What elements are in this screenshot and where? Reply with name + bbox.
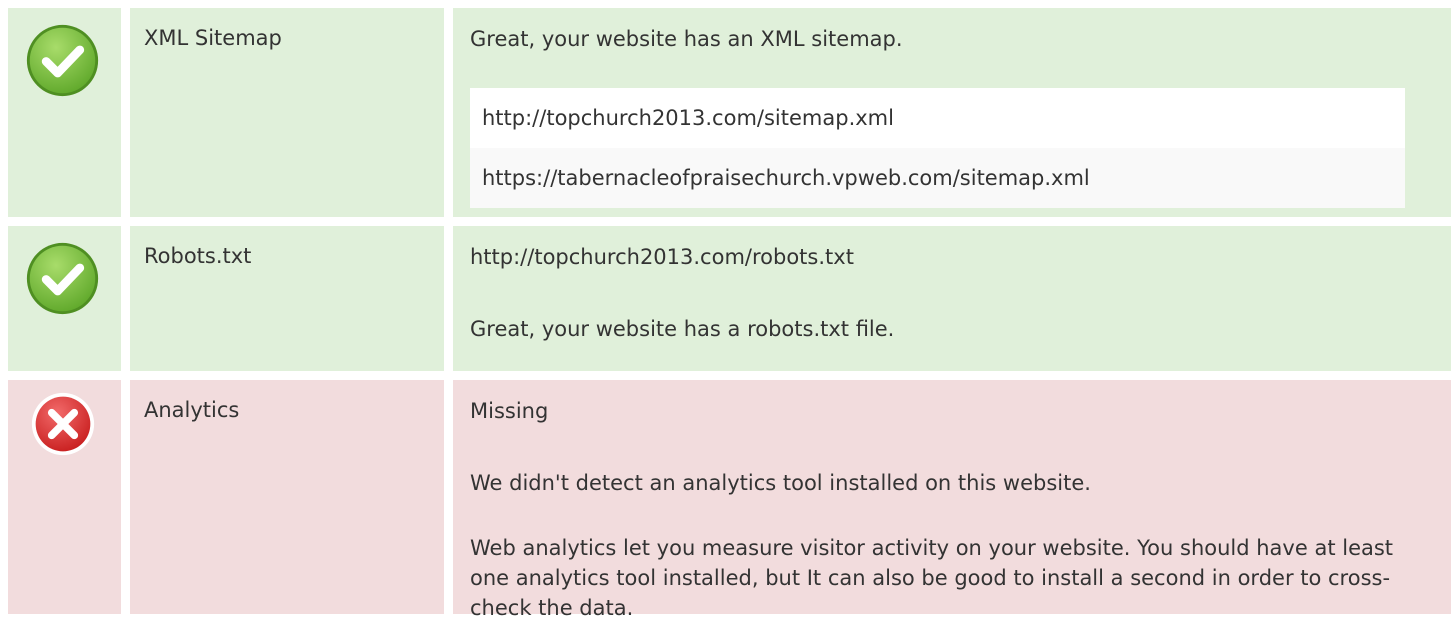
robots-message: Great, your website has a robots.txt fil…: [470, 317, 895, 341]
sitemap-row: XML Sitemap Great, your website has an X…: [8, 8, 1451, 217]
sitemap-url: http://topchurch2013.com/sitemap.xml: [470, 88, 1405, 148]
analytics-status: Missing: [470, 399, 549, 423]
analytics-advice: Web analytics let you measure visitor ac…: [470, 536, 1394, 620]
check-name: XML Sitemap: [144, 26, 282, 50]
analytics-row: Analytics Missing We didn't detect an an…: [8, 380, 1451, 620]
error-x-icon: [31, 392, 95, 456]
check-name: Analytics: [144, 398, 240, 422]
check-value-cell: http://topchurch2013.com/robots.txt Grea…: [453, 226, 1451, 371]
check-name: Robots.txt: [144, 244, 252, 268]
check-icon: [26, 24, 99, 97]
check-name-cell: Analytics: [130, 380, 444, 614]
analytics-message: We didn't detect an analytics tool insta…: [470, 471, 1091, 495]
check-value-cell: Missing We didn't detect an analytics to…: [453, 380, 1451, 620]
robots-row: Robots.txt http://topchurch2013.com/robo…: [8, 226, 1451, 371]
status-cell: [8, 380, 121, 614]
sitemap-message: Great, your website has an XML sitemap.: [470, 27, 903, 51]
status-cell: [8, 226, 121, 371]
status-cell: [8, 8, 121, 217]
check-name-cell: XML Sitemap: [130, 8, 444, 217]
check-icon: [26, 242, 99, 315]
check-name-cell: Robots.txt: [130, 226, 444, 371]
check-value-cell: Great, your website has an XML sitemap. …: [453, 8, 1451, 217]
robots-url: http://topchurch2013.com/robots.txt: [470, 245, 854, 269]
sitemap-url-list: http://topchurch2013.com/sitemap.xml htt…: [470, 88, 1405, 208]
sitemap-url: https://tabernacleofpraisechurch.vpweb.c…: [470, 148, 1405, 208]
